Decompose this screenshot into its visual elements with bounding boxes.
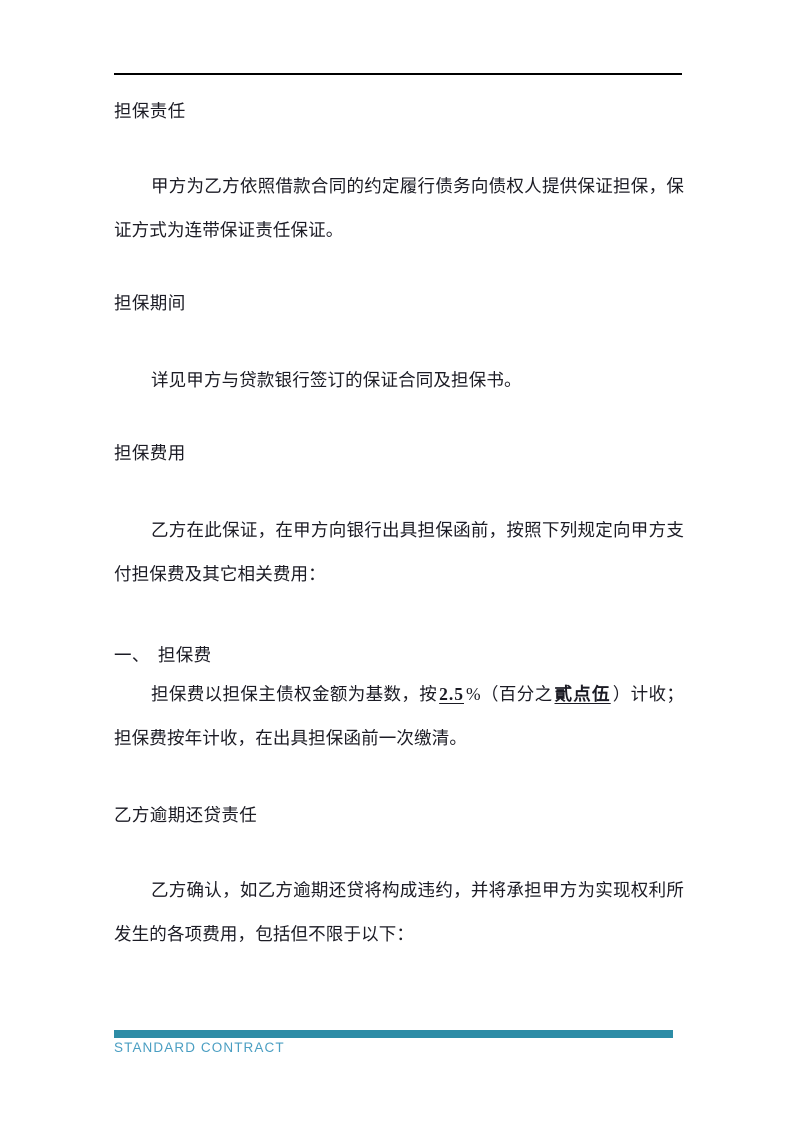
footer-accent-bar [114, 1030, 673, 1038]
fee-text-before-rate: 担保费以担保主债权金额为基数，按 [151, 684, 438, 704]
footer-label: STANDARD CONTRACT [114, 1040, 285, 1055]
fee-rate-in-words: 貳点伍 [554, 684, 611, 704]
section-heading-overdue-liability: 乙方逾期还贷责任 [114, 805, 258, 825]
clause-title: 担保费 [157, 645, 212, 665]
paragraph-guarantee-liability: 甲方为乙方依照借款合同的约定履行债务向债权人提供保证担保，保证方式为连带保证责任… [114, 176, 684, 240]
fee-rate-value: 2.5 [439, 684, 464, 704]
section-heading-guarantee-fee: 担保费用 [114, 443, 186, 463]
paragraph-guarantee-fee: 乙方在此保证，在甲方向银行出具担保函前，按照下列规定向甲方支付担保费及其它相关费… [114, 520, 684, 584]
paragraph-overdue-liability: 乙方确认，如乙方逾期还贷将构成违约，并将承担甲方为实现权利所发生的各项费用，包括… [114, 880, 684, 944]
document-page: 担保责任 甲方为乙方依照借款合同的约定履行债务向债权人提供保证担保，保证方式为连… [0, 0, 794, 1123]
header-divider [114, 73, 682, 75]
document-content: 担保责任 甲方为乙方依照借款合同的约定履行债务向债权人提供保证担保，保证方式为连… [114, 96, 684, 956]
section-heading-guarantee-liability: 担保责任 [114, 101, 186, 121]
percent-sign: % [466, 684, 481, 704]
section-heading-guarantee-period: 担保期间 [114, 293, 186, 313]
clause-heading-one: 一、 担保费 [114, 640, 684, 670]
paragraph-guarantee-period: 详见甲方与贷款银行签订的保证合同及担保书。 [151, 370, 522, 390]
paren-open: （百分之 [480, 684, 553, 704]
paren-close: ） [612, 684, 631, 704]
paragraph-fee-rate: 担保费以担保主债权金额为基数，按 2.5 %（百分之 貳点伍 ）计收；担保费按年计收，在… [114, 672, 684, 760]
clause-number-label: 一、 [114, 645, 150, 665]
